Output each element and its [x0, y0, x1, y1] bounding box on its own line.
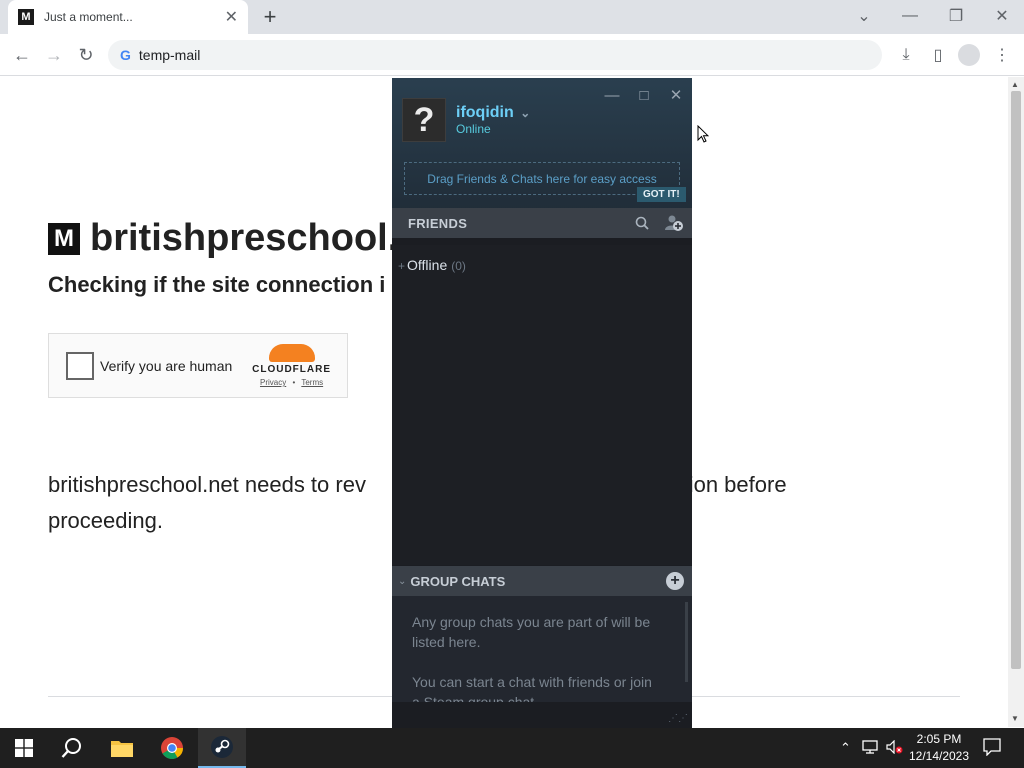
add-friend-icon[interactable]: [664, 214, 684, 232]
verify-human-label: Verify you are human: [100, 357, 233, 374]
resize-grip-icon[interactable]: ⋰⋰: [668, 713, 688, 724]
system-clock[interactable]: 2:05 PM 12/14/2023: [906, 731, 972, 765]
tab-strip: M Just a moment... ✕ + ⌄ — ❐ ✕: [0, 0, 1024, 34]
steam-maximize-button[interactable]: □: [634, 86, 654, 104]
friends-section-header: FRIENDS: [392, 208, 692, 238]
tab-search-chevron-down-icon[interactable]: ⌄: [850, 5, 878, 27]
cloudflare-cloud-icon: [268, 344, 315, 362]
clock-time: 2:05 PM: [916, 732, 962, 746]
steam-close-button[interactable]: ✕: [666, 86, 686, 104]
group-chats-header-label: GROUP CHATS: [410, 573, 506, 589]
group-chats-scrollbar[interactable]: [685, 602, 688, 682]
terms-link[interactable]: Terms: [301, 378, 323, 387]
add-group-chat-icon[interactable]: +: [666, 572, 684, 590]
steam-friends-window: ? ifoqidin ⌄ Online — □ ✕ Drag Friends &…: [392, 78, 692, 728]
cloudflare-brand: CLOUDFLARE: [252, 364, 331, 375]
group-chats-text-2: You can start a chat with friends or joi…: [412, 674, 652, 702]
download-icon[interactable]: ⤓: [894, 43, 918, 67]
steam-status: Online: [456, 122, 491, 136]
new-tab-button[interactable]: +: [258, 4, 282, 29]
address-bar[interactable]: G temp-mail: [108, 40, 882, 70]
browser-toolbar: ← → ↻ G temp-mail ⤓ ▯ ⋮: [0, 34, 1024, 76]
cloudflare-logo: CLOUDFLARE Privacy • Terms: [252, 344, 331, 387]
window-restore-button[interactable]: ❐: [942, 5, 970, 27]
tab-close-icon[interactable]: ✕: [225, 7, 238, 27]
address-bar-url: temp-mail: [138, 47, 201, 63]
page-subtitle: Checking if the site connection i: [48, 272, 386, 297]
window-minimize-button[interactable]: —: [896, 5, 924, 27]
group-chats-panel: Any group chats you are part of will be …: [392, 596, 692, 702]
tab-title: Just a moment...: [44, 10, 133, 24]
browser-menu-icon[interactable]: ⋮: [990, 43, 1014, 67]
clock-date: 12/14/2023: [908, 749, 970, 763]
page-scrollbar[interactable]: ▲ ▼: [1008, 77, 1024, 727]
file-explorer-icon[interactable]: [98, 728, 146, 768]
forward-button[interactable]: →: [42, 43, 66, 67]
scroll-down-icon[interactable]: ▼: [1011, 714, 1019, 723]
offline-group-label: Offline: [407, 257, 448, 273]
search-icon[interactable]: [48, 728, 96, 768]
got-it-button[interactable]: GOT IT!: [637, 187, 686, 202]
steam-minimize-button[interactable]: —: [602, 86, 622, 104]
privacy-link[interactable]: Privacy: [260, 378, 286, 387]
browser-tab[interactable]: M Just a moment... ✕: [8, 0, 248, 34]
steam-icon[interactable]: [198, 728, 246, 768]
group-chats-empty-text: Any group chats you are part of will be …: [412, 612, 662, 702]
chrome-icon[interactable]: [148, 728, 196, 768]
group-chats-header[interactable]: ⌄ GROUP CHATS +: [392, 566, 692, 596]
site-title: britishpreschool.: [90, 217, 399, 259]
site-logo-icon: M: [48, 222, 80, 255]
collapse-chevron-icon: ⌄: [398, 575, 407, 587]
offline-group-toggle[interactable]: + Offline (0): [398, 257, 466, 273]
scroll-up-icon[interactable]: ▲: [1011, 80, 1019, 89]
site-header: M britishpreschool.: [48, 217, 398, 260]
search-icon[interactable]: [632, 214, 652, 232]
steam-username-label: ifoqidin: [456, 104, 514, 121]
profile-avatar-icon[interactable]: [958, 44, 980, 66]
site-favicon-icon: M: [18, 9, 34, 25]
user-avatar[interactable]: ?: [402, 98, 446, 142]
steam-footer: ⋰⋰: [392, 702, 692, 728]
mouse-cursor-icon: [697, 125, 709, 143]
offline-group-count: (0): [451, 259, 466, 273]
steam-username[interactable]: ifoqidin ⌄: [456, 104, 530, 122]
expand-plus-icon: +: [398, 259, 406, 273]
notifications-icon[interactable]: [983, 738, 1001, 759]
windows-start-icon[interactable]: [0, 728, 48, 768]
group-chats-text-1: Any group chats you are part of will be …: [412, 614, 651, 650]
links-separator: •: [292, 378, 296, 387]
friends-list: + Offline (0): [392, 245, 692, 565]
window-close-button[interactable]: ✕: [988, 5, 1016, 27]
friends-header-label: FRIENDS: [408, 215, 468, 231]
back-button[interactable]: ←: [10, 43, 34, 67]
side-panel-icon[interactable]: ▯: [926, 43, 950, 67]
cloudflare-captcha-widget: Verify you are human CLOUDFLARE Privacy …: [48, 333, 348, 398]
scrollbar-thumb[interactable]: [1011, 91, 1021, 669]
verify-human-checkbox[interactable]: [66, 351, 94, 380]
username-chevron-down-icon: ⌄: [520, 106, 531, 120]
reload-button[interactable]: ↻: [74, 43, 98, 67]
google-icon: G: [120, 47, 131, 63]
volume-muted-icon[interactable]: [886, 739, 904, 757]
show-hidden-icons-chevron-icon[interactable]: ⌃: [840, 740, 851, 756]
network-icon[interactable]: [862, 740, 878, 757]
windows-taskbar: ⌃ 2:05 PM 12/14/2023: [0, 728, 1024, 768]
